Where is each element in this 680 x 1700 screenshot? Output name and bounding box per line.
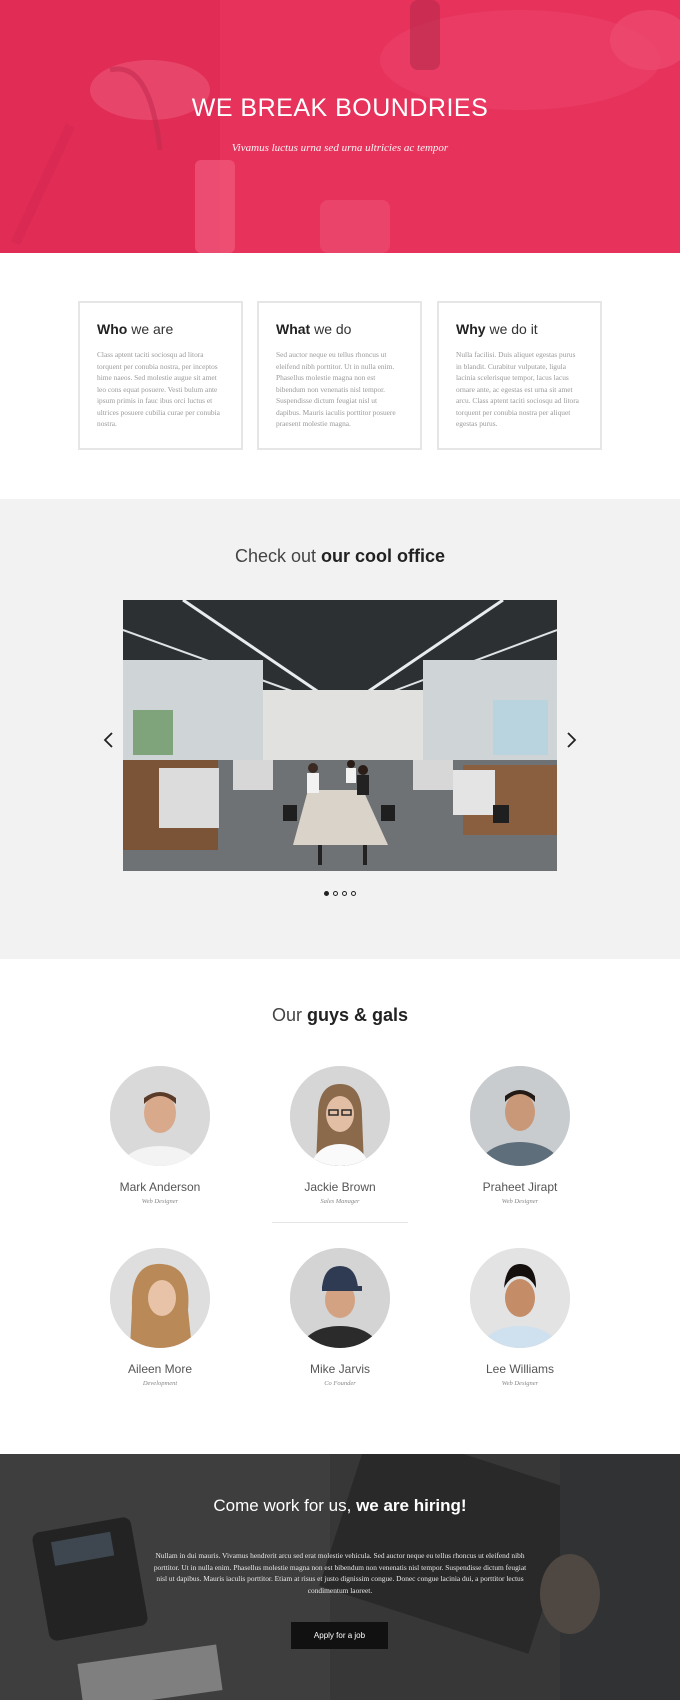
avatar (110, 1066, 210, 1186)
feature-card-text: Class aptent taciti sociosqu ad litora t… (97, 350, 220, 428)
member-name: Lee Williams (485, 1362, 554, 1376)
member-name: Aileen More (127, 1362, 193, 1376)
feature-card-what: What we do Sed auctor neque eu tellus rh… (257, 301, 422, 450)
office-carousel-section: Check out our cool office (0, 499, 680, 959)
office-section-title: Check out our cool office (234, 546, 446, 566)
avatar (470, 1066, 570, 1190)
member-role: Web Designer (501, 1380, 539, 1387)
avatar (470, 1248, 570, 1370)
chevron-right-icon[interactable] (564, 731, 578, 749)
team-member: Lee Williams Web Designer (430, 1248, 610, 1387)
feature-card-text: Sed auctor neque eu tellus rhoncus ut el… (276, 350, 396, 428)
feature-card-why: Why we do it Nulla facilisi. Duis alique… (437, 301, 602, 450)
team-divider (272, 1222, 408, 1223)
member-name: Praheet Jirapt (482, 1180, 558, 1194)
team-member: Praheet Jirapt Web Designer (430, 1066, 610, 1205)
carousel-dot-2[interactable] (333, 891, 338, 896)
member-name: Jackie Brown (304, 1180, 376, 1194)
hero-title: WE BREAK BOUNDRIES (191, 94, 489, 122)
team-member: Mark Anderson Web Designer (70, 1066, 250, 1205)
hiring-section: Come work for us, we are hiring! Nullam … (0, 1454, 680, 1700)
feature-card-who: Who we are Class aptent taciti sociosqu … (78, 301, 243, 450)
feature-card-title: What we do (276, 321, 352, 337)
avatar (290, 1066, 390, 1188)
hiring-title: Come work for us, we are hiring! (213, 1496, 467, 1515)
chevron-left-icon[interactable] (102, 731, 116, 749)
hero-subtitle: Vivamus luctus urna sed urna ultricies a… (231, 142, 449, 154)
apply-for-job-button[interactable]: Apply for a job (291, 1622, 388, 1649)
member-role: Web Designer (501, 1198, 539, 1205)
team-member: Aileen More Development (70, 1248, 250, 1387)
feature-card-text: Nulla facilisi. Duis aliquet egestas pur… (456, 350, 579, 428)
features-section: Who we are Class aptent taciti sociosqu … (0, 253, 680, 499)
member-role: Development (142, 1380, 178, 1387)
team-section: Our guys & gals Mark Anderson Web Design… (0, 959, 680, 1454)
avatar (290, 1248, 390, 1370)
team-member: Mike Jarvis Co Founder (250, 1248, 430, 1387)
carousel-pagination (0, 891, 680, 896)
carousel-dot-1[interactable] (324, 891, 329, 896)
member-role: Sales Manager (320, 1198, 360, 1205)
member-role: Co Founder (324, 1380, 356, 1387)
member-role: Web Designer (141, 1198, 179, 1205)
avatar (110, 1248, 210, 1348)
member-name: Mark Anderson (119, 1180, 201, 1194)
carousel-dot-4[interactable] (351, 891, 356, 896)
team-member: Jackie Brown Sales Manager (250, 1066, 430, 1205)
hero-color-overlay (0, 0, 680, 253)
hero-banner: WE BREAK BOUNDRIES Vivamus luctus urna s… (0, 0, 680, 253)
feature-card-title: Why we do it (456, 321, 538, 337)
office-slide-image (123, 600, 557, 871)
feature-card-title: Who we are (97, 321, 174, 337)
team-section-title: Our guys & gals (271, 1005, 409, 1025)
member-name: Mike Jarvis (309, 1362, 370, 1376)
carousel-dot-3[interactable] (342, 891, 347, 896)
hiring-description: Nullam in dui mauris. Vivamus hendrerit … (153, 1551, 527, 1595)
